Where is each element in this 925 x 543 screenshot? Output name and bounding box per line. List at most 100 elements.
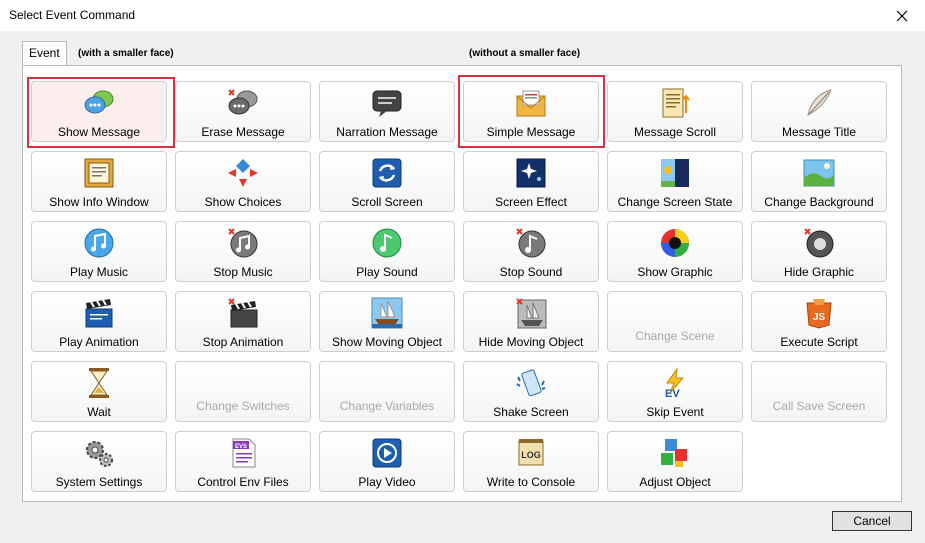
js-script-icon: JS <box>802 296 836 330</box>
change-variables-button: Change Variables <box>319 361 455 422</box>
stop-sound-button[interactable]: Stop Sound <box>463 221 599 282</box>
play-sound-button[interactable]: Play Sound <box>319 221 455 282</box>
command-label: Change Scene <box>635 329 715 343</box>
wait-button[interactable]: Wait <box>31 361 167 422</box>
command-label: Stop Animation <box>202 335 284 349</box>
stop-music-icon <box>226 226 260 260</box>
gears-icon <box>82 436 116 470</box>
stop-sound-icon <box>514 226 548 260</box>
color-blocks-icon <box>658 436 692 470</box>
svg-text:JS: JS <box>813 312 826 323</box>
message-bubbles-icon <box>82 86 116 120</box>
svg-text:EVS: EVS <box>235 444 247 450</box>
clapperboard-icon <box>82 296 116 330</box>
window-title: Select Event Command <box>9 8 136 22</box>
play-animation-button[interactable]: Play Animation <box>31 291 167 352</box>
command-panel: Show Message Erase Message Narration Mes… <box>22 65 902 502</box>
tab-event[interactable]: Event <box>22 41 67 65</box>
note-without-face: (without a smaller face) <box>469 48 581 59</box>
play-music-button[interactable]: Play Music <box>31 221 167 282</box>
command-label: Change Background <box>764 195 874 209</box>
hourglass-icon <box>82 366 116 400</box>
command-label: Play Animation <box>59 335 139 349</box>
command-label: Show Moving Object <box>331 335 443 349</box>
svg-text:EV: EV <box>665 388 680 399</box>
scroll-screen-icon <box>370 156 404 190</box>
command-label: Stop Sound <box>499 265 563 279</box>
command-label: Play Sound <box>356 265 418 279</box>
command-label: Play Music <box>69 265 128 279</box>
simple-message-button[interactable]: Simple Message <box>463 81 599 142</box>
erase-bubbles-icon <box>226 86 260 120</box>
scroll-document-icon <box>658 86 692 120</box>
command-label: Erase Message <box>201 125 285 139</box>
message-scroll-button[interactable]: Message Scroll <box>607 81 743 142</box>
system-settings-button[interactable]: System Settings <box>31 431 167 492</box>
log-console-icon: LOG <box>514 436 548 470</box>
show-moving-object-button[interactable]: Show Moving Object <box>319 291 455 352</box>
title-bar: Select Event Command <box>0 0 925 31</box>
command-label: Play Video <box>358 475 416 489</box>
shake-screen-button[interactable]: Shake Screen <box>463 361 599 422</box>
command-label: Show Graphic <box>637 265 713 279</box>
play-video-button[interactable]: Play Video <box>319 431 455 492</box>
hide-graphic-button[interactable]: Hide Graphic <box>751 221 887 282</box>
command-label: Screen Effect <box>495 195 567 209</box>
video-play-icon <box>370 436 404 470</box>
change-switches-button: Change Switches <box>175 361 311 422</box>
envelope-icon <box>514 86 548 120</box>
execute-script-button[interactable]: JS Execute Script <box>751 291 887 352</box>
message-title-button[interactable]: Message Title <box>751 81 887 142</box>
narration-message-button[interactable]: Narration Message <box>319 81 455 142</box>
command-label: Change Variables <box>339 399 435 413</box>
command-label: Scroll Screen <box>351 195 423 209</box>
info-window-icon <box>82 156 116 190</box>
show-choices-button[interactable]: Show Choices <box>175 151 311 212</box>
day-night-icon <box>658 156 692 190</box>
color-wheel-icon <box>658 226 692 260</box>
erase-message-button[interactable]: Erase Message <box>175 81 311 142</box>
screen-effect-button[interactable]: Screen Effect <box>463 151 599 212</box>
hide-moving-object-button[interactable]: Hide Moving Object <box>463 291 599 352</box>
control-env-files-button[interactable]: EVS Control Env Files <box>175 431 311 492</box>
stop-clapperboard-icon <box>226 296 260 330</box>
change-screen-state-button[interactable]: Change Screen State <box>607 151 743 212</box>
show-graphic-button[interactable]: Show Graphic <box>607 221 743 282</box>
stop-music-button[interactable]: Stop Music <box>175 221 311 282</box>
command-label: Execute Script <box>780 335 858 349</box>
command-label: Stop Music <box>213 265 273 279</box>
command-label: Show Info Window <box>49 195 149 209</box>
command-label: Hide Moving Object <box>478 335 584 349</box>
music-note-icon <box>82 226 116 260</box>
ship-icon <box>370 296 404 330</box>
close-icon <box>896 10 908 21</box>
change-background-button[interactable]: Change Background <box>751 151 887 212</box>
skip-event-button[interactable]: EV Skip Event <box>607 361 743 422</box>
landscape-icon <box>802 156 836 190</box>
show-info-window-button[interactable]: Show Info Window <box>31 151 167 212</box>
command-label: Write to Console <box>486 475 576 489</box>
stop-animation-button[interactable]: Stop Animation <box>175 291 311 352</box>
show-message-button[interactable]: Show Message <box>31 81 167 142</box>
screen-effect-icon <box>514 156 548 190</box>
hide-ship-icon <box>514 296 548 330</box>
command-label: Show Message <box>57 125 141 139</box>
scroll-screen-button[interactable]: Scroll Screen <box>319 151 455 212</box>
adjust-object-button[interactable]: Adjust Object <box>607 431 743 492</box>
command-label: Skip Event <box>646 405 704 419</box>
ev-lightning-icon: EV <box>658 366 692 400</box>
choices-arrows-icon <box>226 156 260 190</box>
close-button[interactable] <box>879 0 925 31</box>
cancel-button[interactable]: Cancel <box>832 511 912 531</box>
command-label: Wait <box>87 405 111 419</box>
command-label: Call Save Screen <box>772 399 866 413</box>
feather-icon <box>802 86 836 120</box>
command-label: System Settings <box>55 475 143 489</box>
command-label: Control Env Files <box>197 475 289 489</box>
write-to-console-button[interactable]: LOG Write to Console <box>463 431 599 492</box>
shaking-phone-icon <box>514 366 548 400</box>
command-label: Show Choices <box>204 195 282 209</box>
narration-bubble-icon <box>370 86 404 120</box>
call-save-screen-button: Call Save Screen <box>751 361 887 422</box>
evs-file-icon: EVS <box>226 436 260 470</box>
